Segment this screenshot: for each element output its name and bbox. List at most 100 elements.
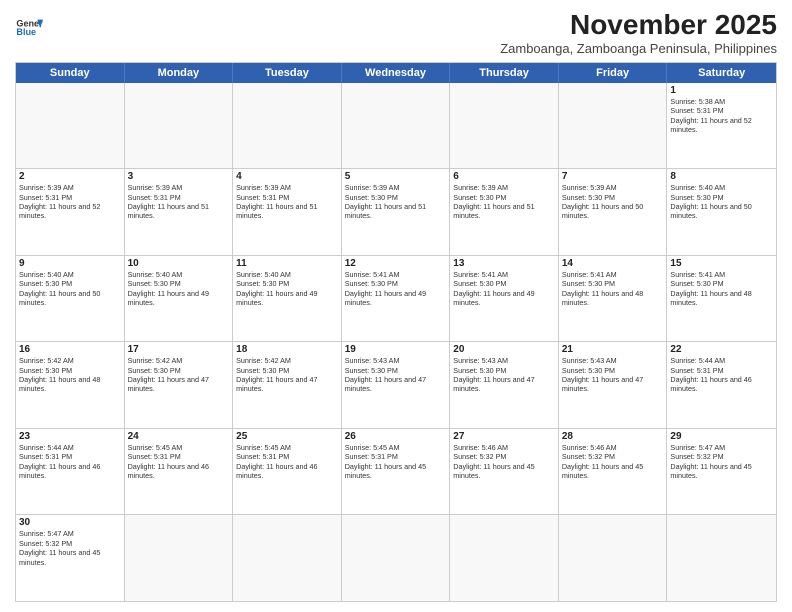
day-number: 28 bbox=[562, 431, 664, 442]
calendar-header: SundayMondayTuesdayWednesdayThursdayFrid… bbox=[16, 63, 776, 83]
day-cell-empty bbox=[559, 515, 668, 601]
day-cell-empty bbox=[125, 83, 234, 169]
day-number: 3 bbox=[128, 171, 230, 182]
day-number: 4 bbox=[236, 171, 338, 182]
day-info: Sunrise: 5:39 AM Sunset: 5:31 PM Dayligh… bbox=[128, 183, 230, 220]
day-cell-2: 2Sunrise: 5:39 AM Sunset: 5:31 PM Daylig… bbox=[16, 169, 125, 255]
day-number: 5 bbox=[345, 171, 447, 182]
day-number: 6 bbox=[453, 171, 555, 182]
day-info: Sunrise: 5:42 AM Sunset: 5:30 PM Dayligh… bbox=[236, 356, 338, 393]
day-info: Sunrise: 5:39 AM Sunset: 5:31 PM Dayligh… bbox=[236, 183, 338, 220]
day-number: 2 bbox=[19, 171, 121, 182]
day-cell-28: 28Sunrise: 5:46 AM Sunset: 5:32 PM Dayli… bbox=[559, 429, 668, 515]
day-cell-13: 13Sunrise: 5:41 AM Sunset: 5:30 PM Dayli… bbox=[450, 256, 559, 342]
day-cell-empty bbox=[342, 83, 451, 169]
week-row-4: 23Sunrise: 5:44 AM Sunset: 5:31 PM Dayli… bbox=[16, 428, 776, 515]
day-number: 19 bbox=[345, 344, 447, 355]
day-cell-24: 24Sunrise: 5:45 AM Sunset: 5:31 PM Dayli… bbox=[125, 429, 234, 515]
day-info: Sunrise: 5:42 AM Sunset: 5:30 PM Dayligh… bbox=[19, 356, 121, 393]
day-cell-29: 29Sunrise: 5:47 AM Sunset: 5:32 PM Dayli… bbox=[667, 429, 776, 515]
header-day-sunday: Sunday bbox=[16, 63, 125, 83]
day-number: 29 bbox=[670, 431, 773, 442]
day-info: Sunrise: 5:40 AM Sunset: 5:30 PM Dayligh… bbox=[236, 270, 338, 307]
day-cell-25: 25Sunrise: 5:45 AM Sunset: 5:31 PM Dayli… bbox=[233, 429, 342, 515]
day-cell-18: 18Sunrise: 5:42 AM Sunset: 5:30 PM Dayli… bbox=[233, 342, 342, 428]
header-day-wednesday: Wednesday bbox=[342, 63, 451, 83]
day-cell-empty bbox=[16, 83, 125, 169]
day-cell-empty bbox=[233, 515, 342, 601]
day-cell-11: 11Sunrise: 5:40 AM Sunset: 5:30 PM Dayli… bbox=[233, 256, 342, 342]
day-number: 26 bbox=[345, 431, 447, 442]
day-cell-5: 5Sunrise: 5:39 AM Sunset: 5:30 PM Daylig… bbox=[342, 169, 451, 255]
day-number: 18 bbox=[236, 344, 338, 355]
day-number: 23 bbox=[19, 431, 121, 442]
day-cell-empty bbox=[342, 515, 451, 601]
day-number: 16 bbox=[19, 344, 121, 355]
day-number: 22 bbox=[670, 344, 773, 355]
day-info: Sunrise: 5:39 AM Sunset: 5:30 PM Dayligh… bbox=[345, 183, 447, 220]
header-day-monday: Monday bbox=[125, 63, 234, 83]
svg-text:Blue: Blue bbox=[16, 27, 36, 37]
day-cell-21: 21Sunrise: 5:43 AM Sunset: 5:30 PM Dayli… bbox=[559, 342, 668, 428]
day-cell-3: 3Sunrise: 5:39 AM Sunset: 5:31 PM Daylig… bbox=[125, 169, 234, 255]
day-info: Sunrise: 5:41 AM Sunset: 5:30 PM Dayligh… bbox=[453, 270, 555, 307]
day-number: 30 bbox=[19, 517, 121, 528]
day-info: Sunrise: 5:44 AM Sunset: 5:31 PM Dayligh… bbox=[19, 443, 121, 480]
day-cell-empty bbox=[233, 83, 342, 169]
page: General Blue November 2025 Zamboanga, Za… bbox=[0, 0, 792, 612]
day-cell-10: 10Sunrise: 5:40 AM Sunset: 5:30 PM Dayli… bbox=[125, 256, 234, 342]
day-info: Sunrise: 5:45 AM Sunset: 5:31 PM Dayligh… bbox=[345, 443, 447, 480]
week-row-0: 1Sunrise: 5:38 AM Sunset: 5:31 PM Daylig… bbox=[16, 83, 776, 169]
day-info: Sunrise: 5:46 AM Sunset: 5:32 PM Dayligh… bbox=[562, 443, 664, 480]
title-block: November 2025 Zamboanga, Zamboanga Penin… bbox=[500, 10, 777, 56]
subtitle: Zamboanga, Zamboanga Peninsula, Philippi… bbox=[500, 41, 777, 56]
day-number: 27 bbox=[453, 431, 555, 442]
day-info: Sunrise: 5:45 AM Sunset: 5:31 PM Dayligh… bbox=[128, 443, 230, 480]
header: General Blue November 2025 Zamboanga, Za… bbox=[15, 10, 777, 56]
day-cell-16: 16Sunrise: 5:42 AM Sunset: 5:30 PM Dayli… bbox=[16, 342, 125, 428]
day-info: Sunrise: 5:39 AM Sunset: 5:30 PM Dayligh… bbox=[562, 183, 664, 220]
day-cell-27: 27Sunrise: 5:46 AM Sunset: 5:32 PM Dayli… bbox=[450, 429, 559, 515]
day-cell-1: 1Sunrise: 5:38 AM Sunset: 5:31 PM Daylig… bbox=[667, 83, 776, 169]
day-cell-empty bbox=[667, 515, 776, 601]
day-cell-4: 4Sunrise: 5:39 AM Sunset: 5:31 PM Daylig… bbox=[233, 169, 342, 255]
day-cell-empty bbox=[450, 515, 559, 601]
day-number: 11 bbox=[236, 258, 338, 269]
day-number: 12 bbox=[345, 258, 447, 269]
day-info: Sunrise: 5:45 AM Sunset: 5:31 PM Dayligh… bbox=[236, 443, 338, 480]
header-day-thursday: Thursday bbox=[450, 63, 559, 83]
day-cell-9: 9Sunrise: 5:40 AM Sunset: 5:30 PM Daylig… bbox=[16, 256, 125, 342]
header-day-friday: Friday bbox=[559, 63, 668, 83]
day-number: 20 bbox=[453, 344, 555, 355]
day-number: 8 bbox=[670, 171, 773, 182]
day-number: 24 bbox=[128, 431, 230, 442]
day-cell-22: 22Sunrise: 5:44 AM Sunset: 5:31 PM Dayli… bbox=[667, 342, 776, 428]
day-number: 9 bbox=[19, 258, 121, 269]
day-number: 14 bbox=[562, 258, 664, 269]
day-cell-8: 8Sunrise: 5:40 AM Sunset: 5:30 PM Daylig… bbox=[667, 169, 776, 255]
day-cell-23: 23Sunrise: 5:44 AM Sunset: 5:31 PM Dayli… bbox=[16, 429, 125, 515]
day-number: 25 bbox=[236, 431, 338, 442]
day-cell-7: 7Sunrise: 5:39 AM Sunset: 5:30 PM Daylig… bbox=[559, 169, 668, 255]
day-cell-20: 20Sunrise: 5:43 AM Sunset: 5:30 PM Dayli… bbox=[450, 342, 559, 428]
day-info: Sunrise: 5:41 AM Sunset: 5:30 PM Dayligh… bbox=[345, 270, 447, 307]
calendar: SundayMondayTuesdayWednesdayThursdayFrid… bbox=[15, 62, 777, 602]
day-number: 15 bbox=[670, 258, 773, 269]
day-cell-15: 15Sunrise: 5:41 AM Sunset: 5:30 PM Dayli… bbox=[667, 256, 776, 342]
day-info: Sunrise: 5:40 AM Sunset: 5:30 PM Dayligh… bbox=[19, 270, 121, 307]
day-info: Sunrise: 5:39 AM Sunset: 5:30 PM Dayligh… bbox=[453, 183, 555, 220]
week-row-5: 30Sunrise: 5:47 AM Sunset: 5:32 PM Dayli… bbox=[16, 514, 776, 601]
day-number: 10 bbox=[128, 258, 230, 269]
day-info: Sunrise: 5:40 AM Sunset: 5:30 PM Dayligh… bbox=[128, 270, 230, 307]
day-cell-19: 19Sunrise: 5:43 AM Sunset: 5:30 PM Dayli… bbox=[342, 342, 451, 428]
month-title: November 2025 bbox=[500, 10, 777, 41]
day-info: Sunrise: 5:43 AM Sunset: 5:30 PM Dayligh… bbox=[345, 356, 447, 393]
logo: General Blue bbox=[15, 10, 43, 42]
logo-icon: General Blue bbox=[15, 14, 43, 42]
day-info: Sunrise: 5:47 AM Sunset: 5:32 PM Dayligh… bbox=[670, 443, 773, 480]
day-cell-14: 14Sunrise: 5:41 AM Sunset: 5:30 PM Dayli… bbox=[559, 256, 668, 342]
day-info: Sunrise: 5:41 AM Sunset: 5:30 PM Dayligh… bbox=[562, 270, 664, 307]
day-info: Sunrise: 5:44 AM Sunset: 5:31 PM Dayligh… bbox=[670, 356, 773, 393]
day-info: Sunrise: 5:41 AM Sunset: 5:30 PM Dayligh… bbox=[670, 270, 773, 307]
day-cell-12: 12Sunrise: 5:41 AM Sunset: 5:30 PM Dayli… bbox=[342, 256, 451, 342]
